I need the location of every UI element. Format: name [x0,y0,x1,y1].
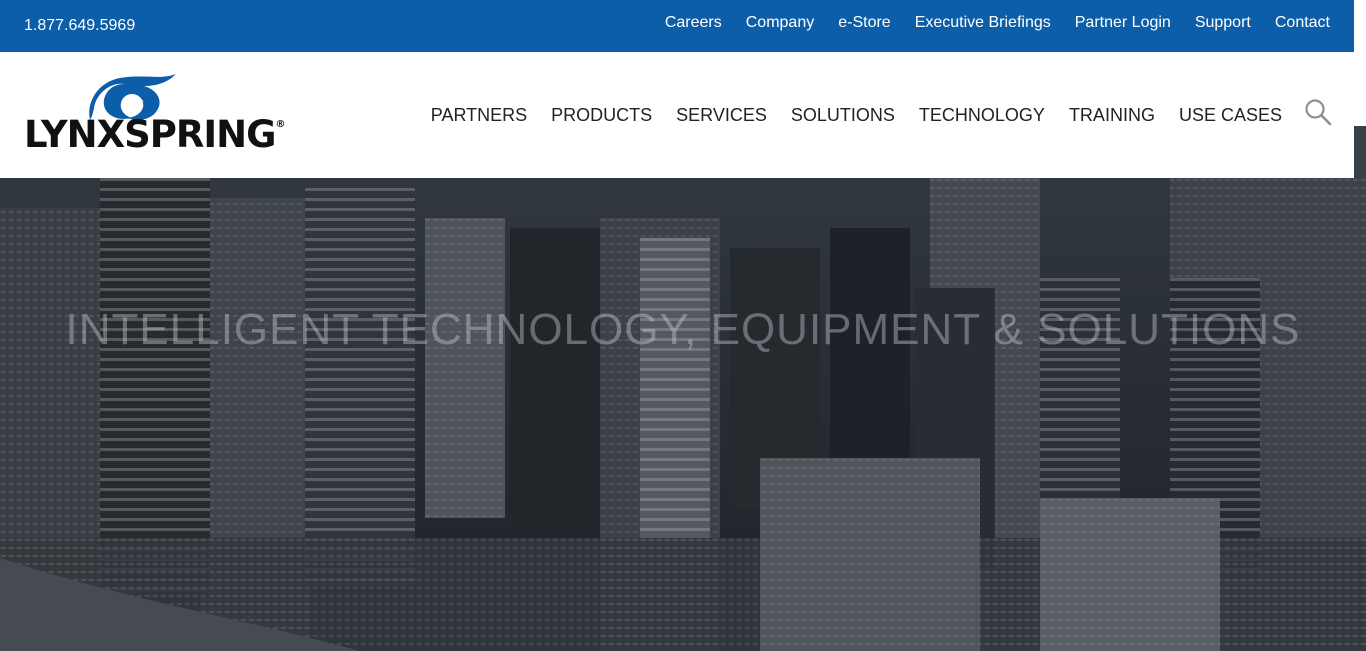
city-skyline-image [0,178,1366,651]
main-nav: PARTNERS PRODUCTS SERVICES SOLUTIONS TEC… [407,105,1282,126]
nav-solutions[interactable]: SOLUTIONS [791,105,895,126]
hero-edge-strip [1354,126,1366,178]
nav-technology[interactable]: TECHNOLOGY [919,105,1045,126]
contact-link[interactable]: Contact [1275,14,1330,32]
nav-products[interactable]: PRODUCTS [551,105,652,126]
logo-wordmark: LYNXSPRING® [24,113,285,156]
main-header: LYNXSPRING® PARTNERS PRODUCTS SERVICES S… [0,52,1354,178]
support-link[interactable]: Support [1195,14,1251,32]
careers-link[interactable]: Careers [665,14,722,32]
phone-number[interactable]: 1.877.649.5969 [24,17,135,35]
logo-text: LYNXSPRING [24,113,276,156]
e-store-link[interactable]: e-Store [838,14,890,32]
hero-title: INTELLIGENT TECHNOLOGY, EQUIPMENT & SOLU… [65,305,1301,354]
partner-login-link[interactable]: Partner Login [1075,14,1171,32]
registered-mark: ® [275,119,285,130]
search-icon[interactable] [1304,98,1332,126]
executive-briefings-link[interactable]: Executive Briefings [915,14,1051,32]
utility-bar: 1.877.649.5969 Careers Company e-Store E… [0,0,1354,52]
hero-banner: INTELLIGENT TECHNOLOGY, EQUIPMENT & SOLU… [0,178,1366,651]
nav-training[interactable]: TRAINING [1069,105,1155,126]
lynxspring-logo[interactable]: LYNXSPRING® [22,72,285,156]
company-link[interactable]: Company [746,14,814,32]
utility-links: Careers Company e-Store Executive Briefi… [641,14,1330,32]
nav-services[interactable]: SERVICES [676,105,767,126]
nav-use-cases[interactable]: USE CASES [1179,105,1282,126]
nav-partners[interactable]: PARTNERS [431,105,527,126]
